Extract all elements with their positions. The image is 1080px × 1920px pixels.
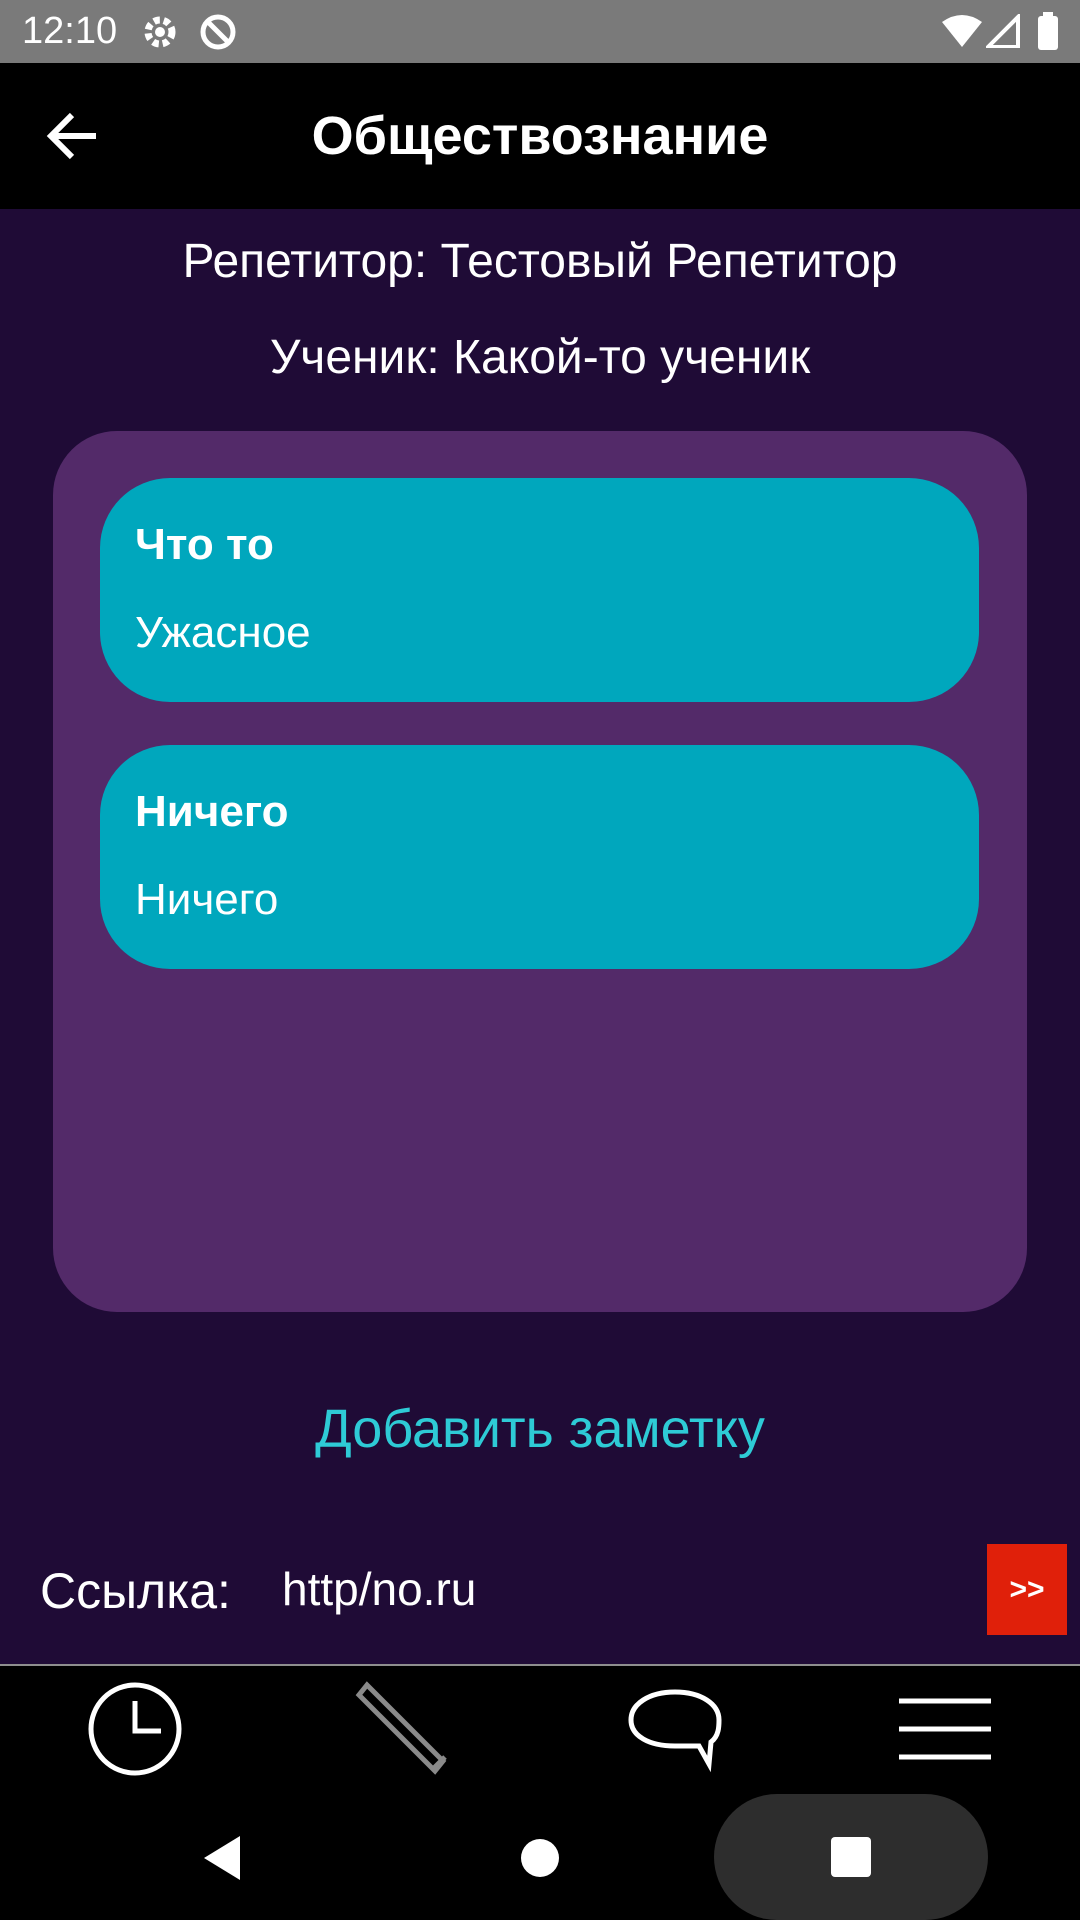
link-value[interactable]: http/no.ru <box>282 1562 476 1616</box>
nav-chat[interactable] <box>600 1666 750 1796</box>
notes-panel: Что то Ужасное Ничего Ничего <box>53 431 1027 1312</box>
note-title: Что то <box>135 520 274 569</box>
note-card[interactable]: Ничего Ничего <box>100 745 979 969</box>
note-body: Ужасное <box>135 608 311 657</box>
recents-square-icon[interactable] <box>830 1836 872 1883</box>
page-title: Обществознание <box>311 106 769 166</box>
note-card[interactable]: Что то Ужасное <box>100 478 979 702</box>
open-link-button[interactable]: >> <box>987 1544 1067 1635</box>
chat-bubble-icon <box>625 1684 725 1779</box>
student-label: Ученик: Какой-то ученик <box>269 331 811 384</box>
tutor-label: Репетитор: Тестовый Репетитор <box>182 235 898 288</box>
pencil-icon <box>355 1679 455 1784</box>
nav-menu[interactable] <box>870 1666 1020 1796</box>
note-title: Ничего <box>135 787 289 836</box>
data-saver-icon <box>198 12 238 57</box>
system-nav-bar <box>0 1794 1080 1920</box>
battery-icon <box>1038 12 1058 55</box>
wifi-icon <box>942 14 982 53</box>
menu-icon <box>897 1693 993 1770</box>
status-time: 12:10 <box>22 10 118 52</box>
add-note-button[interactable]: Добавить заметку <box>0 1398 1080 1460</box>
link-label: Ссылка: <box>40 1563 231 1619</box>
app-bar: Обществознание <box>0 63 1080 209</box>
nav-schedule[interactable] <box>60 1666 210 1796</box>
note-body: Ничего <box>135 875 279 924</box>
clock-icon <box>85 1679 185 1784</box>
signal-icon <box>983 12 1020 53</box>
home-circle-icon[interactable] <box>520 1838 560 1883</box>
nav-edit[interactable] <box>330 1666 480 1796</box>
bottom-nav <box>0 1664 1080 1796</box>
status-bar: 12:10 <box>0 0 1080 63</box>
settings-icon <box>140 12 180 57</box>
back-triangle-icon[interactable] <box>200 1834 244 1887</box>
